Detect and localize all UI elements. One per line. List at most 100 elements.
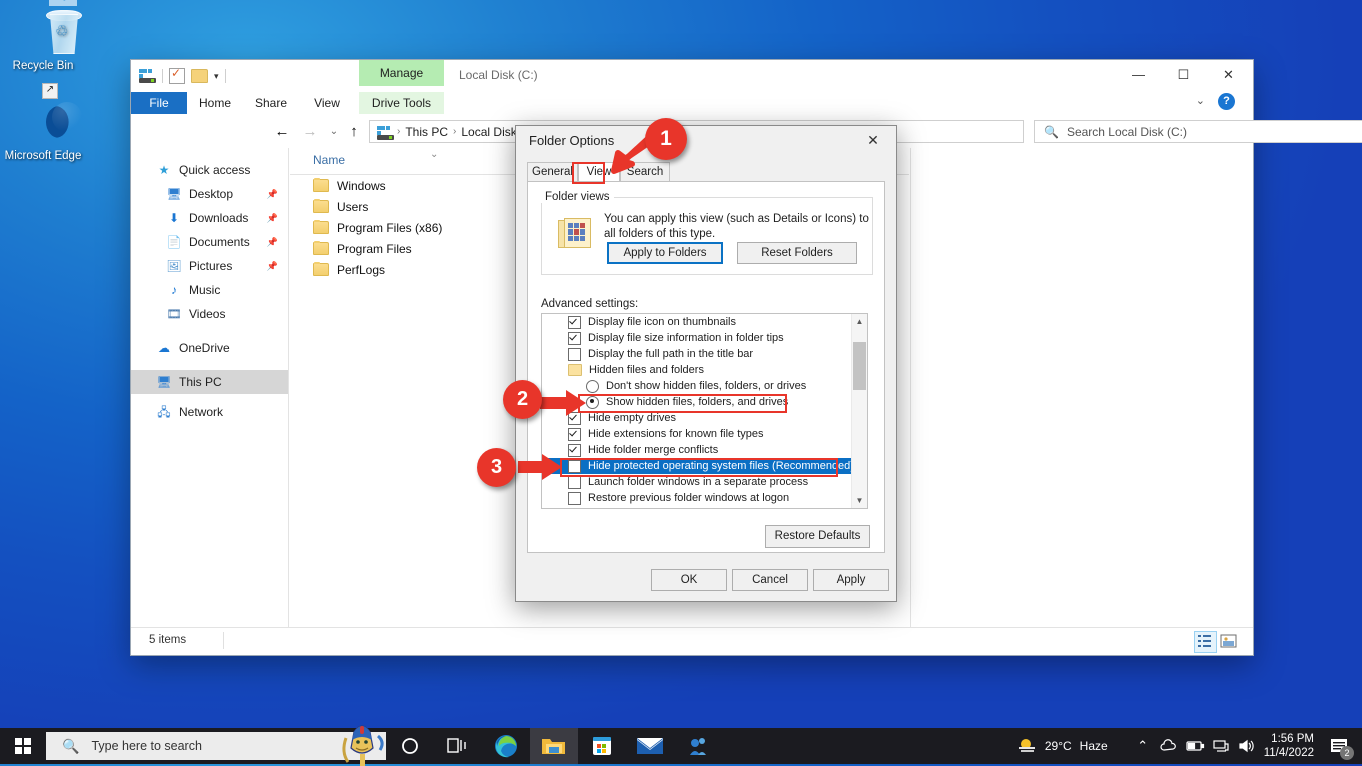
folder-icon — [313, 242, 329, 255]
folder-icon — [313, 221, 329, 234]
desktop-icon-microsoft-edge[interactable]: ↗ Microsoft Edge — [0, 98, 86, 163]
customize-chevron-icon[interactable]: ▾ — [214, 71, 219, 82]
pin-icon[interactable]: 📌 — [267, 237, 278, 248]
minimize-button[interactable]: — — [1116, 60, 1161, 90]
sidebar-item-onedrive[interactable]: ☁OneDrive — [131, 336, 288, 360]
sidebar-item-videos[interactable]: 🎞Videos — [131, 302, 288, 326]
forward-button[interactable]: → — [299, 122, 321, 142]
advanced-setting-row[interactable]: Hidden files and folders — [542, 362, 867, 378]
breadcrumb-this-pc[interactable]: This PC — [405, 125, 448, 139]
checkbox-icon[interactable] — [568, 476, 581, 489]
tab-file[interactable]: File — [131, 92, 187, 114]
navigation-pane: ★Quick access🖥Desktop📌⬇Downloads📌📄Docume… — [131, 148, 289, 628]
dialog-close-button[interactable]: ✕ — [856, 126, 890, 154]
help-icon[interactable]: ? — [1218, 93, 1235, 110]
sidebar-item-quick-access[interactable]: ★Quick access — [131, 158, 288, 182]
sort-chevron-icon[interactable]: ⌄ — [430, 149, 438, 160]
maximize-button[interactable]: ☐ — [1161, 60, 1206, 90]
edge-taskbar-button[interactable] — [482, 728, 530, 764]
recent-locations-chevron-icon[interactable]: ⌄ — [323, 122, 345, 142]
advanced-setting-row[interactable]: Display the full path in the title bar — [542, 346, 867, 362]
show-hidden-icons-chevron[interactable]: ⌃ — [1130, 728, 1156, 764]
tab-general[interactable]: General — [527, 162, 578, 182]
restore-defaults-button[interactable]: Restore Defaults — [765, 525, 870, 548]
ok-button[interactable]: OK — [651, 569, 727, 591]
weather-widget[interactable]: 29°C Haze — [1017, 737, 1108, 755]
network-icon[interactable] — [1208, 728, 1234, 764]
volume-icon[interactable] — [1234, 728, 1260, 764]
action-center-button[interactable]: 2 — [1322, 728, 1356, 764]
mail-button[interactable] — [626, 728, 674, 764]
advanced-setting-label: Display the full path in the title bar — [588, 348, 753, 360]
desktop-icon-label: Microsoft Edge — [5, 150, 82, 162]
taskbar-clock[interactable]: 1:56 PM 11/4/2022 — [1260, 732, 1322, 760]
sidebar-item-this-pc[interactable]: 🖥This PC — [131, 370, 288, 394]
status-bar: 5 items — [131, 627, 1253, 655]
details-view-button[interactable] — [1194, 631, 1217, 653]
sidebar-item-label: Music — [189, 283, 220, 297]
sidebar-item-documents[interactable]: 📄Documents📌 — [131, 230, 288, 254]
scrollbar-thumb[interactable] — [853, 342, 866, 390]
reset-folders-button[interactable]: Reset Folders — [737, 242, 857, 264]
pin-icon[interactable]: 📌 — [267, 261, 278, 272]
collapse-ribbon-chevron-icon[interactable]: ⌄ — [1196, 94, 1205, 107]
advanced-setting-row[interactable]: Hide extensions for known file types — [542, 426, 867, 442]
checkbox-icon[interactable] — [568, 492, 581, 505]
sidebar-item-pictures[interactable]: 🖼Pictures📌 — [131, 254, 288, 278]
checkbox-icon[interactable] — [568, 348, 581, 361]
column-header-name[interactable]: Name — [313, 153, 345, 167]
sidebar-item-downloads[interactable]: ⬇Downloads📌 — [131, 206, 288, 230]
cortana-button[interactable] — [386, 728, 434, 764]
drive-icon[interactable] — [139, 69, 156, 83]
advanced-setting-row[interactable]: Display file icon on thumbnails — [542, 314, 867, 330]
advanced-settings-scrollbar[interactable]: ▲ ▼ — [851, 314, 867, 508]
tab-drive-tools[interactable]: Drive Tools — [359, 92, 444, 114]
search-icon: 🔍 — [1044, 125, 1059, 139]
new-folder-icon[interactable] — [191, 69, 208, 83]
task-view-button[interactable] — [434, 728, 482, 764]
checkbox-icon[interactable] — [568, 444, 581, 457]
sidebar-item-label: Network — [179, 405, 223, 419]
sidebar-item-label: Quick access — [179, 163, 250, 177]
properties-icon[interactable] — [169, 68, 185, 84]
start-button[interactable] — [0, 728, 46, 764]
up-button[interactable]: ↑ — [343, 122, 365, 142]
sidebar-item-desktop[interactable]: 🖥Desktop📌 — [131, 182, 288, 206]
system-tray: 29°C Haze ⌃ 1:56 PM 11/4/2022 — [1017, 728, 1362, 764]
close-button[interactable]: ✕ — [1206, 60, 1251, 90]
pin-icon[interactable]: 📌 — [267, 189, 278, 200]
file-explorer-taskbar-button[interactable] — [530, 728, 578, 764]
cancel-button[interactable]: Cancel — [732, 569, 808, 591]
battery-icon[interactable] — [1182, 728, 1208, 764]
desktop-icon-recycle-bin[interactable]: ♲ Recycle Bin — [0, 8, 86, 73]
checkbox-icon[interactable] — [568, 316, 581, 329]
scroll-up-icon[interactable]: ▲ — [852, 314, 867, 329]
explorer-title-bar: ▾ Manage Local Disk (C:) — ☐ ✕ — [131, 60, 1253, 92]
edge-icon: ↗ — [0, 98, 86, 146]
onedrive-icon[interactable] — [1156, 728, 1182, 764]
advanced-setting-row[interactable]: Display file size information in folder … — [542, 330, 867, 346]
advanced-setting-row[interactable]: Don't show hidden files, folders, or dri… — [542, 378, 867, 394]
advanced-setting-row[interactable]: Hide folder merge conflicts — [542, 442, 867, 458]
sidebar-item-network[interactable]: 🖧Network — [131, 400, 288, 424]
scroll-down-icon[interactable]: ▼ — [852, 493, 867, 508]
taskbar-search-box[interactable]: 🔍 Type here to search — [46, 732, 386, 760]
microsoft-store-button[interactable] — [578, 728, 626, 764]
checkbox-icon[interactable] — [568, 428, 581, 441]
checkbox-icon[interactable] — [568, 332, 581, 345]
apply-button[interactable]: Apply — [813, 569, 889, 591]
advanced-setting-label: Don't show hidden files, folders, or dri… — [606, 380, 806, 392]
advanced-setting-row[interactable]: Restore previous folder windows at logon — [542, 490, 867, 506]
back-button[interactable]: ← — [271, 122, 293, 142]
unknown-app-button[interactable] — [674, 728, 722, 764]
tab-home[interactable]: Home — [187, 92, 243, 114]
windows-logo-icon — [15, 738, 31, 754]
weather-temperature: 29°C — [1045, 739, 1072, 753]
large-icons-view-button[interactable] — [1218, 631, 1241, 653]
pin-icon[interactable]: 📌 — [267, 213, 278, 224]
apply-to-folders-button[interactable]: Apply to Folders — [607, 242, 723, 264]
tab-share[interactable]: Share — [243, 92, 299, 114]
tab-view[interactable]: View — [299, 92, 355, 114]
sidebar-item-music[interactable]: ♪Music — [131, 278, 288, 302]
search-box[interactable]: 🔍 Search Local Disk (C:) — [1034, 120, 1362, 143]
